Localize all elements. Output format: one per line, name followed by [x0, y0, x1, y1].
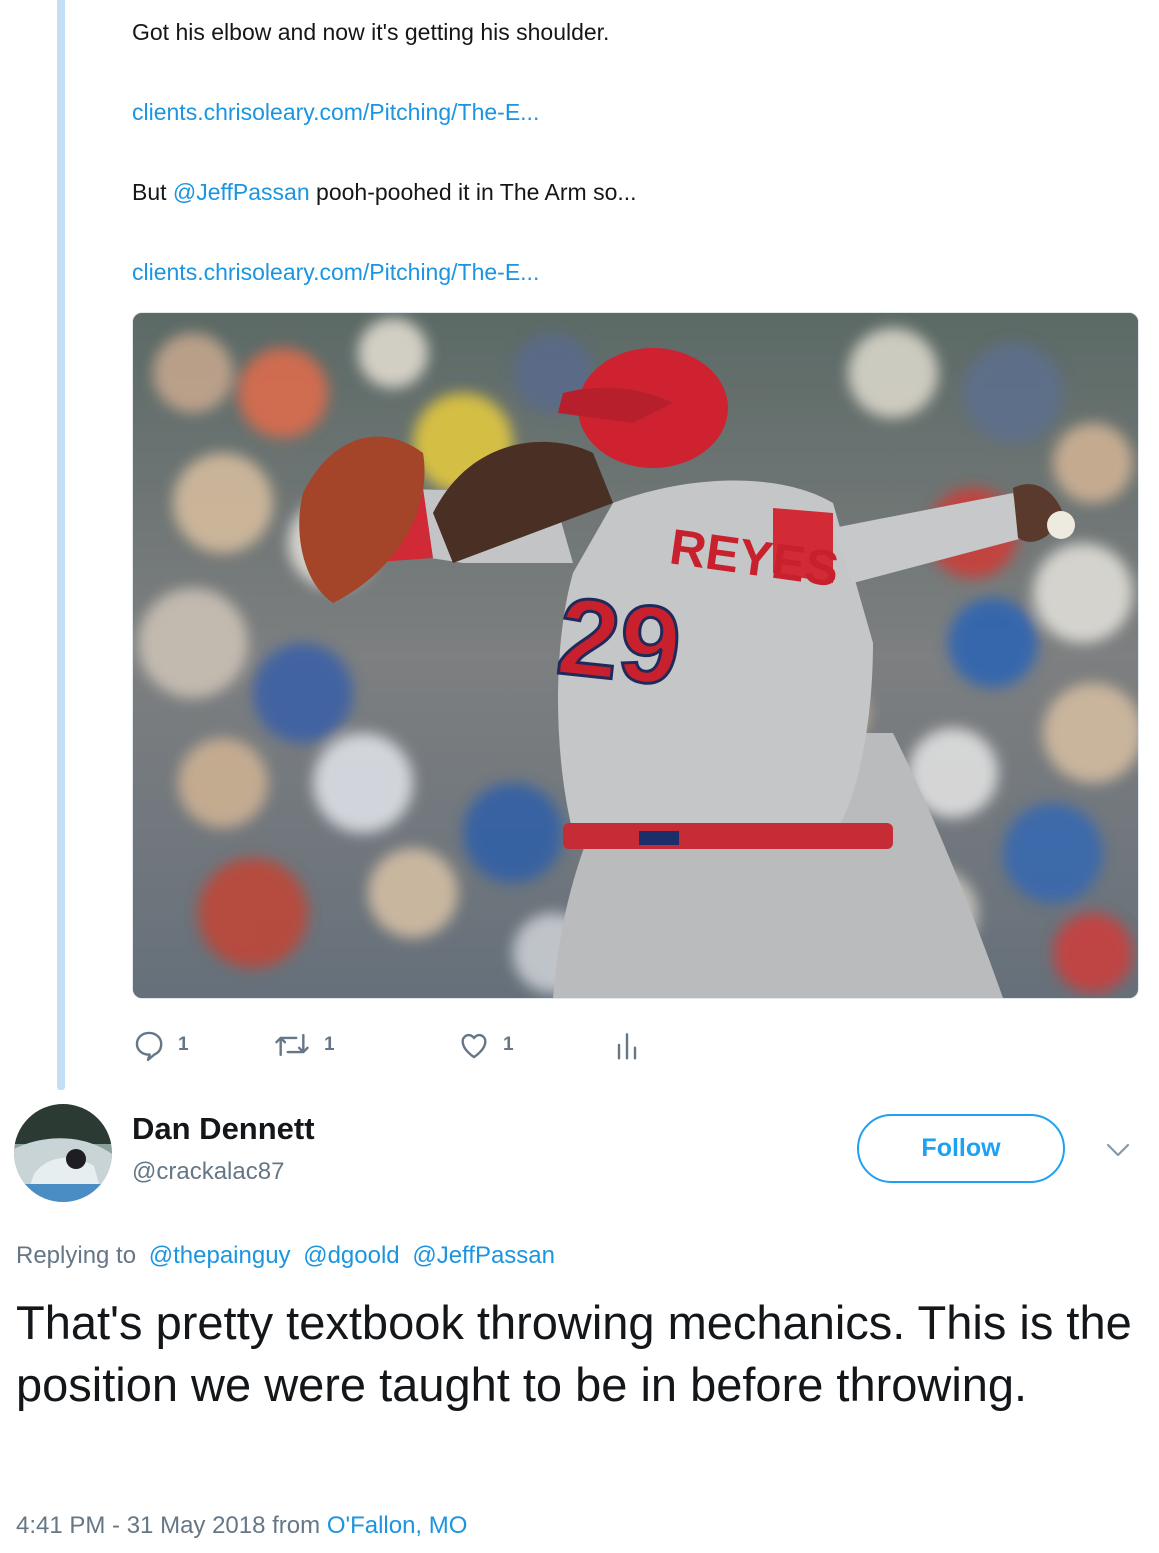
parent-tweet-link-1[interactable]: clients.chrisoleary.com/Pitching/The-E..… [132, 97, 539, 127]
text-prefix: But [132, 179, 173, 205]
retweet-count: 1 [324, 1034, 335, 1055]
location-link[interactable]: O'Fallon, MO [327, 1512, 468, 1539]
reply-count: 1 [178, 1034, 189, 1055]
mention-link[interactable]: @JeffPassan [412, 1242, 555, 1269]
jersey-number: 29 [552, 574, 687, 709]
reply-action[interactable]: 1 [132, 1025, 189, 1065]
retweet-icon [275, 1033, 309, 1057]
like-action[interactable]: 1 [457, 1025, 514, 1065]
baseball-pitcher-photo: REYES 29 [133, 313, 1138, 998]
url-link[interactable]: clients.chrisoleary.com/Pitching/The-E..… [132, 259, 539, 285]
timestamp[interactable]: 4:41 PM - 31 May 2018 from [16, 1512, 327, 1539]
reply-tweet-text: That's pretty textbook throwing mechanic… [16, 1296, 1132, 1411]
reply-icon [135, 1031, 163, 1062]
like-icon [461, 1033, 487, 1059]
replying-to: Replying to @thepainguy @dgoold @JeffPas… [16, 1240, 555, 1272]
analytics-icon [617, 1033, 637, 1060]
text-suffix: pooh-poohed it in The Arm so... [309, 179, 637, 205]
display-name[interactable]: Dan Dennett [132, 1110, 315, 1148]
parent-tweet-text-line: Got his elbow and now it's getting his s… [132, 19, 610, 45]
parent-tweet-actions: 1 1 1 [132, 1025, 732, 1065]
analytics-action[interactable] [615, 1025, 639, 1065]
follow-button[interactable]: Follow [857, 1114, 1065, 1183]
parent-tweet-text-line-3: But @JeffPassan pooh-poohed it in The Ar… [132, 177, 637, 207]
mention-link[interactable]: @thepainguy [149, 1242, 291, 1269]
mention-link[interactable]: @JeffPassan [173, 179, 310, 205]
avatar-image [14, 1104, 112, 1202]
url-link[interactable]: clients.chrisoleary.com/Pitching/The-E..… [132, 99, 539, 125]
retweet-action[interactable]: 1 [272, 1025, 335, 1065]
like-count: 1 [503, 1034, 514, 1055]
mention-link[interactable]: @dgoold [303, 1242, 399, 1269]
replying-to-label: Replying to [16, 1242, 137, 1269]
chevron-down-icon[interactable] [1104, 1140, 1132, 1160]
tweet-metadata: 4:41 PM - 31 May 2018 from O'Fallon, MO [16, 1510, 467, 1542]
parent-tweet-link-2[interactable]: clients.chrisoleary.com/Pitching/The-E..… [132, 257, 539, 287]
tweet-photo[interactable]: REYES 29 [132, 312, 1139, 999]
user-handle[interactable]: @crackalac87 [132, 1157, 284, 1187]
avatar[interactable] [14, 1104, 112, 1202]
thread-connector-line [57, 0, 65, 1090]
